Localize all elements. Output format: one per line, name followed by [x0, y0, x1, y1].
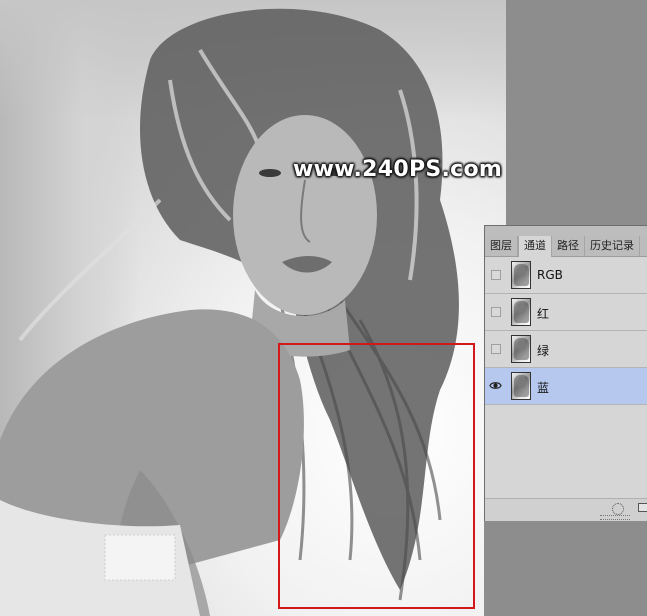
channel-thumbnail	[511, 335, 531, 363]
panel-resize-grip[interactable]	[600, 515, 630, 520]
visibility-toggle[interactable]	[491, 307, 501, 317]
tab-history[interactable]: 历史记录	[585, 236, 640, 256]
panel-footer	[485, 498, 647, 521]
visibility-toggle[interactable]	[491, 270, 501, 280]
channel-row-red[interactable]: 红	[485, 294, 647, 331]
document-canvas[interactable]: www.240PS.com	[0, 0, 506, 616]
channel-row-rgb[interactable]: RGB	[485, 257, 647, 294]
channel-label: RGB	[537, 268, 563, 282]
visibility-toggle[interactable]	[491, 344, 501, 354]
channel-thumbnail	[511, 372, 531, 400]
channel-list: RGB 红 绿 蓝	[485, 257, 647, 405]
channel-row-green[interactable]: 绿	[485, 331, 647, 368]
channels-panel[interactable]: 图层 通道 路径 历史记录 RGB 红 绿 蓝	[484, 225, 647, 521]
selection-rectangle[interactable]	[278, 343, 475, 609]
channel-row-blue[interactable]: 蓝	[485, 368, 647, 405]
left-eye	[259, 169, 281, 177]
workspace-background-lower	[484, 521, 647, 616]
face-shape	[233, 115, 377, 315]
watermark-text: www.240PS.com	[293, 157, 503, 182]
channel-label: 红	[537, 307, 550, 321]
dress-beading	[104, 534, 176, 581]
panel-tabs: 图层 通道 路径 历史记录	[485, 236, 647, 257]
dotted-circle-icon[interactable]	[612, 503, 624, 515]
channel-thumbnail	[511, 261, 531, 289]
channel-label: 绿	[537, 344, 550, 358]
channel-thumbnail	[511, 298, 531, 326]
channel-label: 蓝	[537, 381, 550, 395]
tab-paths[interactable]: 路径	[552, 236, 585, 256]
tab-channels[interactable]: 通道	[518, 236, 552, 257]
tab-layers[interactable]: 图层	[485, 236, 518, 256]
save-selection-icon[interactable]	[638, 503, 647, 512]
eye-icon[interactable]	[489, 379, 502, 392]
